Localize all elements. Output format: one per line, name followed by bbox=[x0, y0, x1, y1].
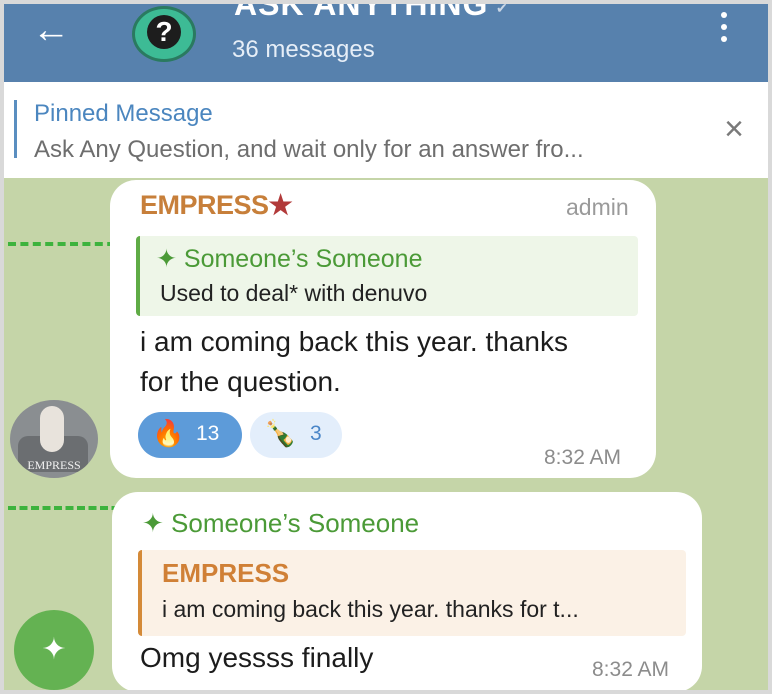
message-time: 8:32 AM bbox=[592, 658, 670, 681]
chat-header: ← ? ASK ANYTHING ✔ 36 messages bbox=[4, 4, 768, 82]
reply-quote[interactable]: EMPRESS i am coming back this year. than… bbox=[138, 550, 686, 636]
question-mark-icon: ? bbox=[147, 15, 181, 49]
pinned-title: Pinned Message bbox=[34, 100, 213, 127]
avatar-label: EMPRESS bbox=[27, 458, 81, 472]
admin-badge: admin bbox=[566, 194, 629, 220]
avatar-figure bbox=[40, 406, 64, 452]
pinned-message-bar[interactable]: Pinned Message Ask Any Question, and wai… bbox=[4, 82, 768, 178]
reaction-count: 13 bbox=[196, 422, 220, 445]
message-text-line: i am coming back this year. thanks bbox=[140, 326, 568, 357]
pinned-text: Ask Any Question, and wait only for an a… bbox=[34, 136, 584, 163]
reaction-fire[interactable]: 🔥 13 bbox=[138, 412, 242, 458]
feather-icon[interactable]: ✦ bbox=[14, 610, 94, 690]
reaction-count: 3 bbox=[310, 422, 322, 445]
sender-name-text: EMPRESS bbox=[140, 190, 269, 220]
close-icon[interactable]: × bbox=[720, 112, 748, 146]
message-text-line: for the question. bbox=[140, 366, 341, 397]
reply-quote-name: ✦ Someone’s Someone bbox=[156, 244, 423, 274]
avatar[interactable]: EMPRESS bbox=[10, 400, 98, 478]
star-badge-icon: ★ bbox=[268, 190, 293, 220]
message-text: Omg yessss finally bbox=[140, 642, 374, 673]
mute-icon: ✔ bbox=[496, 0, 508, 16]
fire-icon: 🔥 bbox=[152, 418, 185, 448]
sender-name[interactable]: ✦ Someone’s Someone bbox=[142, 508, 419, 539]
message-time: 8:32 AM bbox=[544, 446, 622, 469]
reply-quote[interactable]: ✦ Someone’s Someone Used to deal* with d… bbox=[136, 236, 638, 316]
reply-quote-text: i am coming back this year. thanks for t… bbox=[162, 596, 579, 622]
chat-title[interactable]: ASK ANYTHING bbox=[234, 4, 488, 23]
more-vertical-icon[interactable] bbox=[716, 12, 732, 48]
reply-quote-name-text: Someone’s Someone bbox=[183, 245, 423, 273]
message-count: 36 messages bbox=[232, 36, 375, 63]
message-text: i am coming back this year. thanks for t… bbox=[140, 322, 568, 402]
sender-name-text: Someone’s Someone bbox=[171, 508, 420, 538]
reply-quote-name: EMPRESS bbox=[162, 558, 290, 588]
reaction-champagne[interactable]: 🍾 3 bbox=[250, 412, 342, 458]
pinned-indicator bbox=[14, 100, 17, 158]
chat-avatar[interactable]: ? bbox=[132, 6, 196, 62]
sender-name[interactable]: EMPRESS★ bbox=[140, 190, 293, 221]
telegram-chat-screen: ← ? ASK ANYTHING ✔ 36 messages Pinned Me… bbox=[0, 0, 772, 694]
forward-icon: ✦ bbox=[156, 245, 184, 273]
champagne-icon: 🍾 bbox=[264, 418, 297, 448]
arrow-left-icon[interactable]: ← bbox=[32, 11, 76, 52]
reply-quote-text: Used to deal* with denuvo bbox=[160, 280, 428, 306]
forward-icon: ✦ bbox=[142, 508, 172, 538]
